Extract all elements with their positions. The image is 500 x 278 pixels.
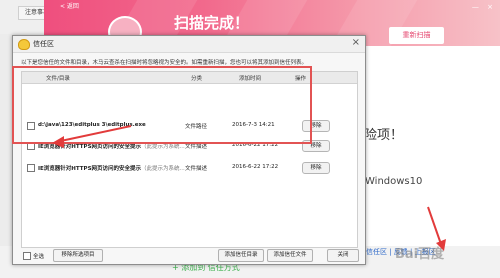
back-link[interactable]: < 返回 — [60, 0, 102, 14]
annotation-arrow-right — [427, 206, 446, 251]
rescan-button[interactable]: 重新扫描 — [389, 27, 444, 44]
add-trust-file-button[interactable]: 添加信任文件 — [267, 249, 313, 262]
window-controls[interactable]: — × — [472, 3, 496, 11]
row-path: IE浏览器针对HTTPS网页访问的安全提示（此提示为系统... — [38, 164, 185, 172]
add-trust-dir-button[interactable]: 添加信任目录 — [218, 249, 264, 262]
annotation-arrow-left — [52, 125, 132, 148]
row-checkbox[interactable] — [27, 164, 35, 172]
risk-text: 险项！ — [364, 128, 404, 143]
row-note: （此提示为系统... — [141, 166, 185, 172]
remove-selected-button[interactable]: 移除所选项目 — [53, 249, 103, 262]
select-all-checkbox[interactable] — [23, 252, 31, 260]
close-button[interactable]: 关闭 — [327, 249, 359, 262]
close-icon[interactable]: × — [352, 37, 360, 48]
table-row: IE浏览器针对HTTPS网页访问的安全提示（此提示为系统... 文件描述 201… — [22, 159, 357, 178]
row-time: 2016-6-22 17:22 — [232, 164, 279, 170]
select-all-label[interactable]: 全选 — [33, 252, 44, 260]
remove-button[interactable]: 移除 — [302, 162, 330, 174]
dialog-title: 信任区 — [33, 40, 54, 48]
trust-zone-icon — [18, 39, 30, 50]
dialog-titlebar: 信任区 × — [13, 36, 365, 53]
scan-title: 扫描完成！ — [174, 14, 250, 32]
row-note: （此提示为系统... — [141, 144, 185, 150]
dialog-hint: 以下是您信任的文件和目录，木马云查杀在扫描时将忽略视为安全的。如需重新扫描，您也… — [21, 60, 308, 66]
dialog-footer: 全选 移除所选项目 添加信任目录 添加信任文件 关闭 — [21, 249, 361, 262]
row-path-text: IE浏览器针对HTTPS网页访问的安全提示 — [38, 166, 142, 172]
row-category: 文件描述 — [185, 166, 208, 172]
os-text: Windows10 — [365, 176, 423, 187]
